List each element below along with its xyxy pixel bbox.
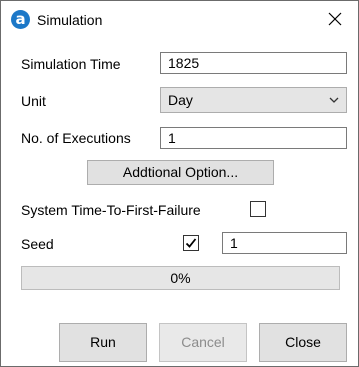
- chevron-down-icon: [329, 97, 339, 103]
- ttff-checkbox[interactable]: [250, 201, 266, 217]
- simulation-time-input[interactable]: 1825: [160, 52, 347, 74]
- run-button[interactable]: Run: [59, 323, 147, 362]
- app-logo-letter: a: [15, 10, 26, 28]
- close-icon[interactable]: [327, 11, 343, 27]
- executions-input[interactable]: 1: [160, 127, 347, 149]
- app-logo-icon: a: [11, 10, 30, 29]
- seed-label: Seed: [21, 236, 54, 252]
- cancel-button[interactable]: Cancel: [159, 323, 247, 362]
- checkmark-icon: [185, 238, 197, 248]
- close-button[interactable]: Close: [259, 323, 347, 362]
- unit-select[interactable]: Day: [160, 87, 347, 113]
- progress-text: 0%: [170, 270, 191, 286]
- additional-option-button[interactable]: Addtional Option...: [87, 160, 274, 185]
- unit-label: Unit: [21, 93, 46, 109]
- title-bar: a Simulation: [1, 1, 358, 37]
- executions-label: No. of Executions: [21, 130, 131, 146]
- window-title: Simulation: [37, 12, 103, 28]
- seed-input[interactable]: 1: [222, 232, 347, 254]
- seed-checkbox[interactable]: [183, 235, 199, 251]
- progress-bar: 0%: [21, 266, 340, 290]
- simulation-time-label: Simulation Time: [21, 56, 121, 72]
- unit-selected-value: Day: [168, 92, 193, 108]
- ttff-label: System Time-To-First-Failure: [21, 202, 201, 218]
- simulation-dialog: a Simulation Simulation Time 1825 Unit D…: [0, 0, 359, 367]
